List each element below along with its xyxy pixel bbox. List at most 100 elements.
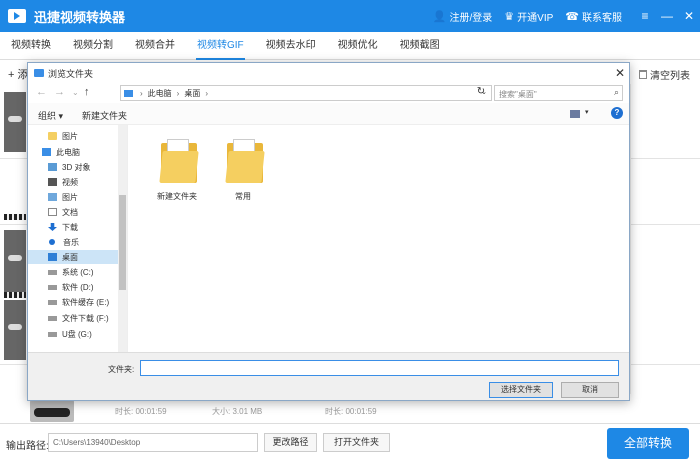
support-label: 联系客服 <box>582 12 622 24</box>
output-path-field[interactable]: C:\Users\13940\Desktop <box>48 433 258 452</box>
video-thumbnail <box>30 400 74 422</box>
login-label: 注册/登录 <box>449 12 493 24</box>
film-strip <box>4 292 26 298</box>
drive-icon <box>48 315 57 321</box>
view-dropdown-icon[interactable]: ▾ <box>585 108 589 116</box>
support-link[interactable]: ☎ 联系客服 <box>565 9 622 24</box>
folder-content: 新建文件夹 常用 <box>129 125 629 352</box>
cube-icon <box>48 163 57 171</box>
menu-button[interactable]: ≡ <box>634 9 656 23</box>
crumb-separator: › <box>140 88 143 98</box>
video-folder-icon <box>48 178 57 186</box>
tab-video-to-gif[interactable]: 视频转GIF <box>186 32 255 60</box>
nav-item-label: 音乐 <box>63 237 79 247</box>
nav-scrollbar-thumb[interactable] <box>119 195 126 290</box>
crumb-separator: › <box>176 88 180 98</box>
vip-icon: ♛ <box>504 10 515 23</box>
nav-item-label: 软件缓存 (E:) <box>62 297 110 307</box>
dialog-close-button[interactable]: ✕ <box>615 66 625 80</box>
headset-icon: ☎ <box>565 10 579 23</box>
duration-text: 时长: 00:01:59 <box>115 407 167 416</box>
search-input[interactable]: 搜索"桌面" ⌕ <box>494 85 623 101</box>
up-arrow-icon[interactable]: ↑ <box>84 86 90 98</box>
duration-text: 时长: 00:01:59 <box>325 407 377 416</box>
change-path-button[interactable]: 更改路径 <box>264 433 317 452</box>
folder-tile-new-folder[interactable]: 新建文件夹 <box>147 131 207 205</box>
nav-scrollbar[interactable] <box>118 125 127 352</box>
back-arrow-icon[interactable]: ← <box>36 86 47 98</box>
main-tabs: 视频转换 视频分割 视频合并 视频转GIF 视频去水印 视频优化 视频截图 <box>0 32 700 60</box>
tab-video-convert[interactable]: 视频转换 <box>0 32 62 60</box>
music-icon <box>49 239 55 245</box>
drive-icon <box>48 284 57 290</box>
organize-menu[interactable]: 组织 ▾ <box>38 109 63 122</box>
crumb-this-pc[interactable]: 此电脑 <box>148 88 172 99</box>
trash-icon <box>639 70 647 79</box>
folder-name-input[interactable] <box>140 360 619 376</box>
vip-label: 开通VIP <box>517 12 554 24</box>
tab-video-merge[interactable]: 视频合并 <box>124 32 186 60</box>
help-icon[interactable]: ? <box>611 107 623 119</box>
dialog-footer: 文件夹: 选择文件夹 取消 <box>28 352 629 400</box>
minimize-button[interactable]: — <box>656 9 678 23</box>
tab-remove-watermark[interactable]: 视频去水印 <box>255 32 327 60</box>
tile-label: 常用 <box>235 192 251 201</box>
clear-list-label: 清空列表 <box>650 71 690 82</box>
usb-drive-icon <box>48 331 57 337</box>
nav-item-drive-e[interactable]: 软件缓存 (E:) <box>28 295 118 309</box>
new-folder-button[interactable]: 新建文件夹 <box>82 109 127 122</box>
nav-item-drive-c[interactable]: 系统 (C:) <box>28 265 118 279</box>
tab-video-screenshot[interactable]: 视频截图 <box>389 32 451 60</box>
add-file-button[interactable]: + 添 <box>8 66 28 82</box>
title-bar: 迅捷视频转换器 👤 注册/登录 ♛ 开通VIP ☎ 联系客服 ≡ — ✕ <box>0 0 700 32</box>
open-folder-button[interactable]: 打开文件夹 <box>323 433 390 452</box>
computer-icon <box>124 89 133 97</box>
nav-item-label: U盘 (G:) <box>62 329 92 339</box>
folder-icon <box>48 132 57 140</box>
nav-item-videos[interactable]: 视频 <box>28 175 118 189</box>
dialog-title: 浏览文件夹 <box>48 68 94 79</box>
tab-video-split[interactable]: 视频分割 <box>62 32 124 60</box>
pictures-folder-icon <box>48 193 57 201</box>
login-link[interactable]: 👤 注册/登录 <box>433 9 492 24</box>
forward-arrow-icon[interactable]: → <box>54 86 65 98</box>
nav-item-drive-g[interactable]: U盘 (G:) <box>28 327 118 341</box>
dialog-title-bar: 浏览文件夹 ✕ <box>28 63 629 83</box>
address-bar[interactable]: › 此电脑 › 桌面 › ⌄ <box>120 85 492 101</box>
folder-icon <box>225 139 265 183</box>
view-options-icon[interactable] <box>570 110 580 118</box>
history-dropdown-icon[interactable]: ⌄ <box>72 88 79 97</box>
refresh-icon[interactable]: ↻ <box>474 86 488 100</box>
nav-item-drive-f[interactable]: 文件下载 (F:) <box>28 311 118 325</box>
convert-all-button[interactable]: 全部转换 <box>607 428 689 459</box>
nav-item-documents[interactable]: 文档 <box>28 205 118 219</box>
clear-list-button[interactable]: 清空列表 <box>639 67 690 82</box>
vip-link[interactable]: ♛ 开通VIP <box>504 9 553 24</box>
nav-item-drive-d[interactable]: 软件 (D:) <box>28 280 118 294</box>
folder-tile-common[interactable]: 常用 <box>213 131 273 205</box>
nav-item-label: 桌面 <box>62 252 78 262</box>
computer-icon <box>42 148 51 156</box>
folder-browser-icon <box>34 69 44 77</box>
command-bar: 组织 ▾ 新建文件夹 ▾ ? <box>28 103 629 125</box>
video-thumbnail <box>4 92 26 152</box>
nav-item-pictures[interactable]: 图片 <box>28 190 118 204</box>
nav-item-3d-objects[interactable]: 3D 对象 <box>28 160 118 174</box>
list-right-panel <box>630 84 696 394</box>
nav-item-pictures-quick[interactable]: 图片 <box>28 129 118 143</box>
nav-item-this-pc[interactable]: 此电脑 <box>28 145 118 159</box>
close-app-button[interactable]: ✕ <box>678 9 700 23</box>
nav-item-music[interactable]: 音乐 <box>28 235 118 249</box>
nav-item-label: 下载 <box>62 222 78 232</box>
nav-item-label: 视频 <box>62 177 78 187</box>
select-folder-button[interactable]: 选择文件夹 <box>489 382 553 398</box>
crumb-desktop[interactable]: 桌面 <box>184 88 200 99</box>
tab-video-optimize[interactable]: 视频优化 <box>327 32 389 60</box>
nav-item-downloads[interactable]: 下载 <box>28 220 118 234</box>
nav-item-label: 文件下载 (F:) <box>62 313 109 323</box>
drive-icon <box>48 269 57 275</box>
browse-folder-dialog: 浏览文件夹 ✕ ← → ⌄ ↑ › 此电脑 › 桌面 › ⌄ ↻ 搜索"桌面" … <box>27 62 630 401</box>
search-placeholder: 搜索"桌面" <box>499 90 537 99</box>
cancel-button[interactable]: 取消 <box>561 382 619 398</box>
nav-item-desktop[interactable]: 桌面 <box>28 250 118 264</box>
